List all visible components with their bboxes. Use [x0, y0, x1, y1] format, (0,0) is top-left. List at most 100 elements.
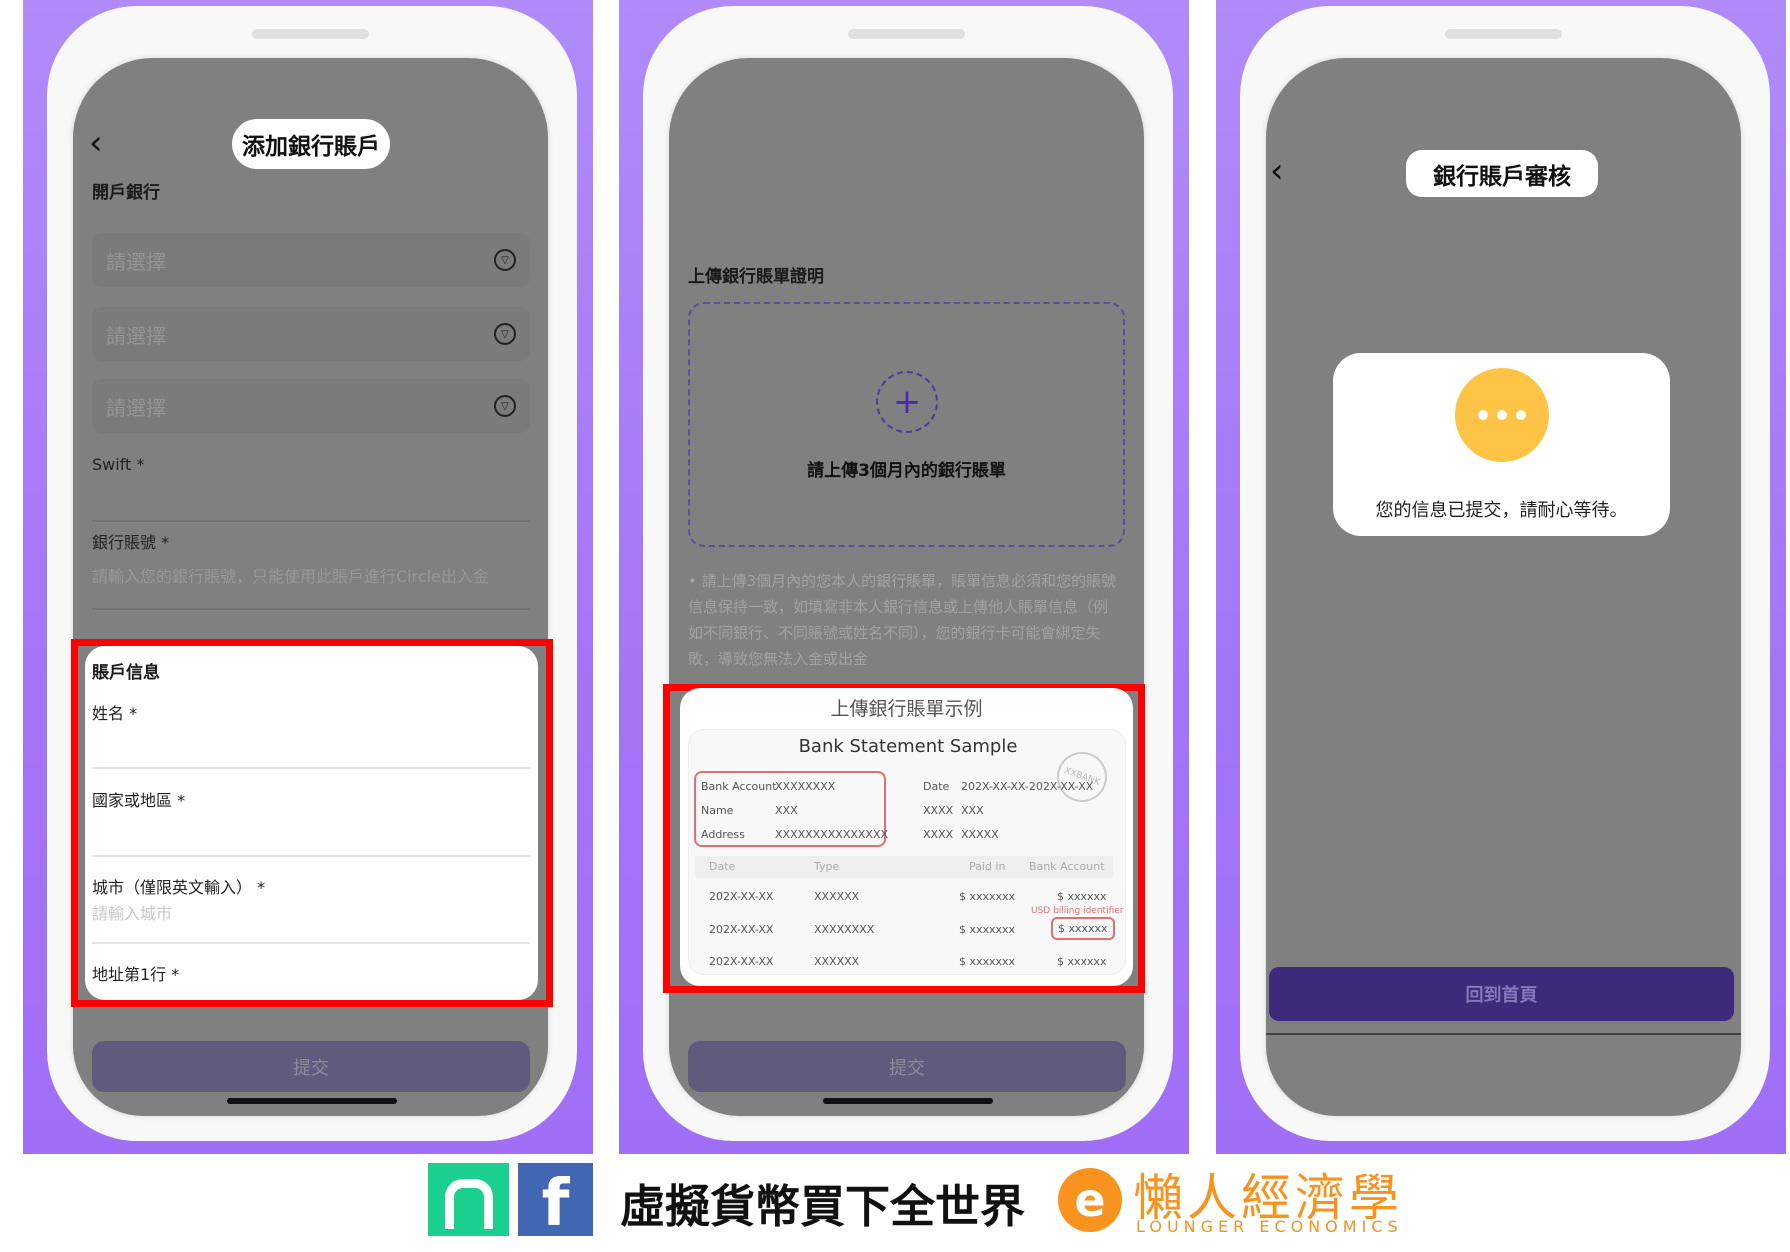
table-cell: $ xxxxxxx [959, 923, 1016, 936]
panel-account-review: ‹ 銀行賬戶審核 您的信息已提交，請耐心等待。 回到首頁 [1216, 0, 1786, 1154]
divider [92, 942, 530, 944]
divider [92, 855, 530, 857]
sample-heading: Bank Statement Sample [798, 736, 1018, 757]
field-value: XXXXX [961, 828, 999, 841]
home-indicator [823, 1098, 993, 1104]
field-key: XXXX [923, 828, 954, 841]
facebook-icon: f [518, 1163, 593, 1236]
table-cell: $ xxxxxx [1057, 955, 1107, 968]
page-title: 銀行賬戶審核 [1406, 150, 1598, 197]
table-cell: XXXXXX [814, 890, 860, 903]
phone-notch [252, 29, 369, 39]
table-cell: 202X-XX-XX [709, 890, 774, 903]
account-input[interactable]: 請輸入您的銀行賬號，只能使用此賬戶進行Circle出入金 [92, 563, 530, 587]
field-value: XXX [775, 804, 798, 817]
address-label: 地址第1行 * [92, 965, 180, 984]
bank-statement-sample: Bank Statement Sample XXBANK Bank Accoun… [688, 729, 1126, 975]
note-line: 信息保持一致，如填寫非本人銀行信息或上傳他人賬單信息（例 [688, 598, 1109, 616]
phone-notch [848, 29, 965, 39]
field-value: XXXXXXXX [775, 780, 836, 793]
account-label: 銀行賬號 * [92, 533, 170, 552]
page-title: 添加銀行賬戶 [232, 119, 390, 169]
table-cell: 202X-XX-XX [709, 923, 774, 936]
sample-title: 上傳銀行賬單示例 [830, 698, 983, 720]
info-section-label: 賬戶信息 [92, 663, 160, 683]
phone-screen: ‹ 銀行賬戶審核 您的信息已提交，請耐心等待。 回到首頁 [1266, 58, 1741, 1116]
table-cell: XXXXXXXX [814, 923, 875, 936]
name-input[interactable] [92, 726, 530, 764]
panel-upload-statement: 上傳銀行賬單證明 + 請上傳3個月內的銀行賬單 • 請上傳3個月內的您本人的銀行… [619, 0, 1189, 1154]
country-input[interactable] [92, 812, 530, 852]
city-input[interactable]: 請輸入城市 [92, 900, 172, 924]
submit-button[interactable]: 提交 [688, 1041, 1126, 1092]
bank-select-3[interactable]: 請選擇 ▽ [92, 379, 530, 433]
table-cell: XXXXXX [814, 955, 860, 968]
note-line: 如不同銀行、不同賬號或姓名不同），您的銀行卡可能會綁定失 [688, 624, 1101, 642]
bank-select-1[interactable]: 請選擇 ▽ [92, 233, 530, 287]
sample-card: 上傳銀行賬單示例 Bank Statement Sample XXBANK Ba… [680, 688, 1133, 986]
column-header: Paid in [969, 860, 1006, 873]
home-indicator [227, 1098, 397, 1104]
bank-section-label: 開戶銀行 [92, 183, 160, 203]
divider [1266, 1033, 1741, 1035]
table-cell: $ xxxxxxx [959, 890, 1016, 903]
chevron-left-icon[interactable]: ‹ [89, 126, 103, 160]
divider [92, 767, 530, 769]
divider [92, 520, 530, 522]
upload-hint: 請上傳3個月內的銀行賬單 [807, 461, 1006, 481]
field-value: XXXXXXXXXXXXXXX [775, 828, 889, 841]
submit-button[interactable]: 提交 [92, 1041, 530, 1092]
plus-icon[interactable]: + [876, 371, 938, 433]
account-info-card: 賬戶信息 姓名 * 國家或地區 * 城市（僅限英文輸入） * 請輸入城市 地址第… [85, 646, 538, 1000]
column-header: Bank Account [1029, 860, 1105, 873]
status-message: 您的信息已提交，請耐心等待。 [1375, 500, 1628, 521]
table-cell: $ xxxxxxx [959, 955, 1016, 968]
select-placeholder: 請選擇 [106, 323, 166, 348]
brand-name-en: LOUNGER ECONOMICS [1136, 1217, 1403, 1236]
phone-screen: ‹ 添加銀行賬戶 開戶銀行 請選擇 ▽ 請選擇 ▽ 請選擇 ▽ Swift * 銀行賬… [71, 58, 553, 1116]
field-value: 202X-XX-XX-202X-XX-XX [961, 780, 1094, 793]
more-dots-icon [1455, 368, 1549, 462]
select-placeholder: 請選擇 [106, 395, 166, 420]
phone-frame: ‹ 添加銀行賬戶 開戶銀行 請選擇 ▽ 請選擇 ▽ 請選擇 ▽ Swift * 銀行賬… [47, 6, 577, 1141]
country-label: 國家或地區 * [92, 791, 186, 810]
phone-frame: ‹ 銀行賬戶審核 您的信息已提交，請耐心等待。 回到首頁 [1240, 6, 1770, 1141]
name-label: 姓名 * [92, 704, 138, 723]
status-card: 您的信息已提交，請耐心等待。 [1333, 353, 1670, 536]
app-logo-icon [428, 1163, 509, 1236]
column-header: Type [814, 860, 840, 873]
upload-label: 上傳銀行賬單證明 [688, 267, 824, 287]
field-key: Name [701, 804, 734, 817]
field-key: Bank Account [701, 780, 777, 793]
field-key: Date [923, 780, 950, 793]
footer-slogan: 虛擬貨幣買下全世界 [620, 1180, 1026, 1233]
table-cell: $ xxxxxx [1057, 890, 1107, 903]
phone-screen: 上傳銀行賬單證明 + 請上傳3個月內的銀行賬單 • 請上傳3個月內的您本人的銀行… [663, 58, 1145, 1116]
annotation-label: USD billing identifier [1031, 906, 1124, 916]
chevron-left-icon[interactable]: ‹ [1270, 154, 1284, 188]
brand-logo-icon: e [1058, 1168, 1122, 1232]
table-cell: 202X-XX-XX [709, 955, 774, 968]
city-label: 城市（僅限英文輸入） * [92, 878, 266, 897]
dropdown-circle-icon: ▽ [494, 323, 516, 345]
field-key: Address [701, 828, 745, 841]
upload-note: • 請上傳3個月內的您本人的銀行賬單，賬單信息必須和您的賬號 信息保持一致，如填… [688, 568, 1128, 672]
table-cell-highlighted: $ xxxxxx [1051, 917, 1115, 940]
note-line: 敗，導致您無法入金或出金 [688, 650, 869, 668]
panel-add-bank-account: ‹ 添加銀行賬戶 開戶銀行 請選擇 ▽ 請選擇 ▽ 請選擇 ▽ Swift * 銀行賬… [23, 0, 593, 1154]
note-line: • 請上傳3個月內的您本人的銀行賬單，賬單信息必須和您的賬號 [688, 572, 1117, 590]
swift-input[interactable] [92, 478, 530, 518]
phone-frame: 上傳銀行賬單證明 + 請上傳3個月內的銀行賬單 • 請上傳3個月內的您本人的銀行… [643, 6, 1173, 1141]
phone-notch [1445, 29, 1562, 39]
dropdown-circle-icon: ▽ [494, 395, 516, 417]
back-home-button[interactable]: 回到首頁 [1269, 967, 1734, 1021]
swift-label: Swift * [92, 455, 145, 474]
field-key: XXXX [923, 804, 954, 817]
divider [92, 608, 530, 610]
dropdown-circle-icon: ▽ [494, 249, 516, 271]
upload-dropzone[interactable]: + 請上傳3個月內的銀行賬單 [688, 302, 1125, 547]
bank-select-2[interactable]: 請選擇 ▽ [92, 307, 530, 361]
field-value: XXX [961, 804, 984, 817]
column-header: Date [709, 860, 736, 873]
select-placeholder: 請選擇 [106, 249, 166, 274]
